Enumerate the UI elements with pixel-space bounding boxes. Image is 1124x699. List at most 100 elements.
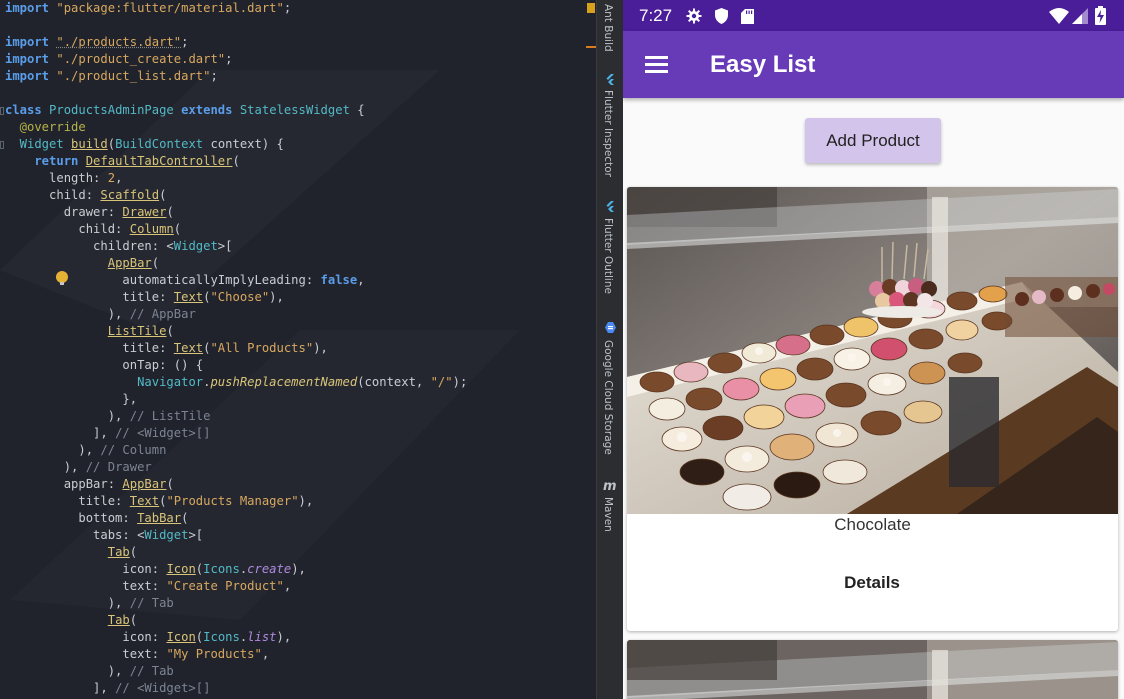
google-cloud-storage-tab[interactable]: Google Cloud Storage (602, 340, 614, 455)
code-token: ( (107, 137, 116, 151)
flutter-icon (606, 201, 614, 212)
add-product-button[interactable]: Add Product (805, 118, 941, 163)
code-token: ), (5, 409, 130, 423)
code-token: Icons (203, 562, 240, 576)
code-line: ), // ListTile (5, 408, 467, 425)
code-token: build (71, 137, 108, 151)
code-token: create (247, 562, 292, 576)
code-token: bottom: (5, 511, 138, 525)
code-token: // Drawer (85, 460, 152, 474)
code-token: "package:flutter/material.dart" (56, 1, 284, 15)
code-token: "Products Manager" (166, 494, 299, 508)
fold-icon[interactable] (0, 141, 4, 149)
code-line: import "./products.dart"; (5, 34, 467, 51)
code-token: automaticallyImplyLeading: (5, 273, 321, 287)
code-token: Text (173, 290, 204, 304)
code-token: title: (5, 290, 174, 304)
code-token: // ListTile (129, 409, 211, 423)
flutter-icon (606, 74, 614, 85)
flutter-outline-tab[interactable]: Flutter Outline (602, 218, 614, 294)
code-line: length: 2, (5, 170, 467, 187)
code-line: return DefaultTabController( (5, 153, 467, 170)
code-token: ), (5, 307, 130, 321)
code-token: text: (5, 647, 167, 661)
code-line: }, (5, 391, 467, 408)
code-line: child: Column( (5, 221, 467, 238)
ant-build-tab[interactable]: Ant Build (602, 4, 614, 52)
product-image (627, 187, 1118, 514)
warning-marker[interactable] (587, 3, 595, 13)
code-lines: import "package:flutter/material.dart"; i… (0, 0, 596, 697)
code-token: ; (225, 52, 233, 66)
code-token: ( (166, 477, 174, 491)
code-token: pushReplacementNamed (210, 375, 358, 389)
code-token: // <Widget>[] (115, 426, 211, 440)
code-line: ), // Tab (5, 595, 467, 612)
code-line: child: Scaffold( (5, 187, 467, 204)
code-token: // Tab (129, 596, 174, 610)
code-line: Tab( (5, 612, 467, 629)
code-editor[interactable]: import "package:flutter/material.dart"; i… (0, 0, 596, 699)
code-line: tabs: <Widget>[ (5, 527, 467, 544)
code-token: ], (5, 681, 116, 695)
code-token: (context, (357, 375, 431, 389)
details-button[interactable]: Details (817, 565, 927, 601)
code-line: onTap: () { (5, 357, 467, 374)
code-token: ), (5, 596, 130, 610)
sd-card-icon (741, 9, 754, 24)
flutter-inspector-tab[interactable]: Flutter Inspector (602, 90, 614, 177)
code-line: bottom: TabBar( (5, 510, 467, 527)
battery-icon (1095, 6, 1106, 25)
signal-icon (1072, 8, 1088, 24)
app-bar: Easy List (623, 31, 1124, 98)
code-token: BuildContext (115, 137, 204, 151)
code-token: Tab (107, 545, 130, 559)
code-token: Text (129, 494, 160, 508)
code-token: title: (5, 494, 130, 508)
code-token: ( (159, 188, 167, 202)
code-token: , (115, 171, 123, 185)
code-token: TabBar (137, 511, 182, 525)
code-token: return (5, 154, 79, 168)
code-token: children: < (5, 239, 174, 253)
code-token: tabs: < (5, 528, 145, 542)
code-token: "./products.dart" (56, 35, 182, 49)
code-token: // <Widget>[] (115, 681, 211, 695)
code-token: icon: (5, 562, 167, 576)
code-line: import "./product_create.dart"; (5, 51, 467, 68)
code-token: Drawer (122, 205, 167, 219)
code-line: title: Text("All Products"), (5, 340, 467, 357)
code-line: text: "My Products", (5, 646, 467, 663)
code-token: Tab (107, 613, 130, 627)
code-token: ListTile (107, 324, 167, 338)
code-line: automaticallyImplyLeading: false, (0, 272, 596, 289)
code-token: child: (5, 188, 101, 202)
menu-icon[interactable] (645, 56, 669, 74)
code-token: ), (5, 460, 86, 474)
code-token: icon: (5, 630, 167, 644)
code-line: import "package:flutter/material.dart"; (5, 0, 467, 17)
maven-tab[interactable]: Maven (602, 497, 614, 532)
code-token: Icon (166, 630, 196, 644)
code-token: ProductsAdminPage (49, 103, 174, 117)
product-image (627, 640, 1118, 699)
code-token: text: (5, 579, 167, 593)
code-line: appBar: AppBar( (5, 476, 467, 493)
code-token: "Create Product" (166, 579, 284, 593)
code-line: Widget build(BuildContext context) { (5, 136, 467, 153)
code-line: ], // <Widget>[] (5, 425, 467, 442)
scroll-marker[interactable] (586, 46, 596, 48)
code-token: >[ (188, 528, 204, 542)
lightbulb-icon[interactable] (56, 271, 68, 285)
code-token: ( (129, 545, 138, 559)
code-token: list (247, 630, 277, 644)
code-line: ), // AppBar (5, 306, 467, 323)
code-line: ListTile( (5, 323, 467, 340)
code-token: onTap: () { (5, 358, 204, 372)
code-token: "All Products" (210, 341, 314, 355)
fold-icon[interactable] (0, 107, 4, 115)
